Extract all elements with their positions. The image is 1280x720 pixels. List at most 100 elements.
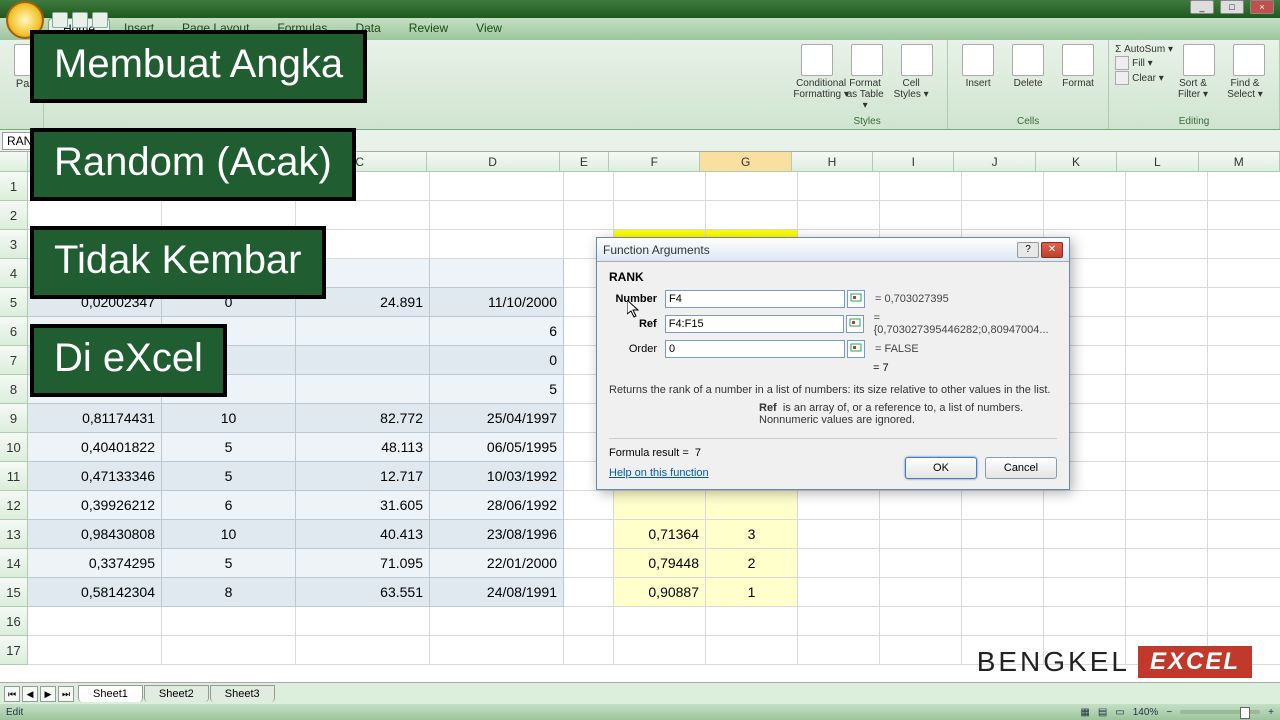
cell-A12[interactable]: 0,39926212	[28, 491, 162, 520]
sheet-nav-last[interactable]: ⏭	[58, 686, 74, 702]
cell-J2[interactable]	[962, 201, 1044, 230]
cell-A11[interactable]: 0,47133346	[28, 462, 162, 491]
format-cells-button[interactable]: Format	[1054, 44, 1102, 89]
cell-A15[interactable]: 0,58142304	[28, 578, 162, 607]
zoom-out-button[interactable]: −	[1166, 707, 1172, 718]
clear-button[interactable]: Clear ▾	[1115, 71, 1173, 85]
zoom-in-button[interactable]: +	[1268, 707, 1274, 718]
cell-D4[interactable]	[430, 259, 564, 288]
row-header[interactable]: 11	[0, 462, 28, 491]
cell-I17[interactable]	[880, 636, 962, 665]
close-button[interactable]: ×	[1250, 0, 1274, 14]
cell-D8[interactable]: 5	[430, 375, 564, 404]
cell-G2[interactable]	[706, 201, 798, 230]
cell-C12[interactable]: 31.605	[296, 491, 430, 520]
cell-A16[interactable]	[28, 607, 162, 636]
range-picker-button[interactable]	[846, 315, 864, 333]
cell-D6[interactable]: 6	[430, 317, 564, 346]
column-header-M[interactable]: M	[1199, 152, 1280, 172]
cell-D13[interactable]: 23/08/1996	[430, 520, 564, 549]
cell-H15[interactable]	[798, 578, 880, 607]
cell-C17[interactable]	[296, 636, 430, 665]
cell-E15[interactable]	[564, 578, 614, 607]
cell-M15[interactable]	[1208, 578, 1280, 607]
cell-D3[interactable]	[430, 230, 564, 259]
cell-E2[interactable]	[564, 201, 614, 230]
cell-D11[interactable]: 10/03/1992	[430, 462, 564, 491]
cell-B14[interactable]: 5	[162, 549, 296, 578]
cell-D14[interactable]: 22/01/2000	[430, 549, 564, 578]
sheet-nav-next[interactable]: ▶	[40, 686, 56, 702]
cell-F2[interactable]	[614, 201, 706, 230]
row-header[interactable]: 8	[0, 375, 28, 404]
cell-F1[interactable]	[614, 172, 706, 201]
cell-C14[interactable]: 71.095	[296, 549, 430, 578]
cell-K12[interactable]	[1044, 491, 1126, 520]
cell-D2[interactable]	[430, 201, 564, 230]
view-normal-icon[interactable]: ▦	[1080, 707, 1089, 718]
cell-D9[interactable]: 25/04/1997	[430, 404, 564, 433]
cell-J12[interactable]	[962, 491, 1044, 520]
row-header[interactable]: 12	[0, 491, 28, 520]
cell-J15[interactable]	[962, 578, 1044, 607]
sheet-nav-prev[interactable]: ◀	[22, 686, 38, 702]
cell-F17[interactable]	[614, 636, 706, 665]
cell-L2[interactable]	[1126, 201, 1208, 230]
column-header-H[interactable]: H	[792, 152, 873, 172]
column-header-I[interactable]: I	[873, 152, 954, 172]
cell-G13[interactable]: 3	[706, 520, 798, 549]
insert-cells-button[interactable]: Insert	[954, 44, 1002, 89]
dialog-close-button[interactable]: ✕	[1041, 242, 1063, 258]
qat-save-icon[interactable]	[52, 12, 68, 28]
cell-M5[interactable]	[1208, 288, 1280, 317]
view-pagebreak-icon[interactable]: ▭	[1115, 707, 1124, 718]
column-header-L[interactable]: L	[1117, 152, 1198, 172]
cell-C8[interactable]	[296, 375, 430, 404]
cell-J16[interactable]	[962, 607, 1044, 636]
cell-G15[interactable]: 1	[706, 578, 798, 607]
arg-input-number[interactable]	[665, 290, 845, 308]
cell-L9[interactable]	[1126, 404, 1208, 433]
row-header[interactable]: 2	[0, 201, 28, 230]
cell-A10[interactable]: 0,40401822	[28, 433, 162, 462]
cell-M12[interactable]	[1208, 491, 1280, 520]
cell-J14[interactable]	[962, 549, 1044, 578]
cell-L1[interactable]	[1126, 172, 1208, 201]
qat-undo-icon[interactable]	[72, 12, 88, 28]
range-picker-button[interactable]	[847, 290, 865, 308]
column-header-F[interactable]: F	[609, 152, 700, 172]
row-header[interactable]: 9	[0, 404, 28, 433]
format-as-table-button[interactable]: Format as Table ▾	[843, 44, 891, 111]
ok-button[interactable]: OK	[905, 457, 977, 479]
cell-I1[interactable]	[880, 172, 962, 201]
cell-I13[interactable]	[880, 520, 962, 549]
cell-F13[interactable]: 0,71364	[614, 520, 706, 549]
dialog-titlebar[interactable]: Function Arguments ? ✕	[597, 238, 1069, 262]
cell-D16[interactable]	[430, 607, 564, 636]
cell-M9[interactable]	[1208, 404, 1280, 433]
column-header-E[interactable]: E	[560, 152, 610, 172]
cell-C15[interactable]: 63.551	[296, 578, 430, 607]
row-header[interactable]: 7	[0, 346, 28, 375]
cell-H12[interactable]	[798, 491, 880, 520]
cell-D5[interactable]: 11/10/2000	[430, 288, 564, 317]
cell-F16[interactable]	[614, 607, 706, 636]
cell-K2[interactable]	[1044, 201, 1126, 230]
cell-E17[interactable]	[564, 636, 614, 665]
view-layout-icon[interactable]: ▤	[1098, 707, 1107, 718]
cell-H14[interactable]	[798, 549, 880, 578]
row-header[interactable]: 5	[0, 288, 28, 317]
cell-F12[interactable]	[614, 491, 706, 520]
cell-G14[interactable]: 2	[706, 549, 798, 578]
cell-L4[interactable]	[1126, 259, 1208, 288]
cell-E1[interactable]	[564, 172, 614, 201]
sort-filter-button[interactable]: Sort & Filter ▾	[1175, 44, 1223, 100]
cell-K15[interactable]	[1044, 578, 1126, 607]
cell-B17[interactable]	[162, 636, 296, 665]
row-header[interactable]: 17	[0, 636, 28, 665]
cell-G1[interactable]	[706, 172, 798, 201]
cell-F14[interactable]: 0,79448	[614, 549, 706, 578]
cell-L5[interactable]	[1126, 288, 1208, 317]
cell-L13[interactable]	[1126, 520, 1208, 549]
cell-D1[interactable]	[430, 172, 564, 201]
